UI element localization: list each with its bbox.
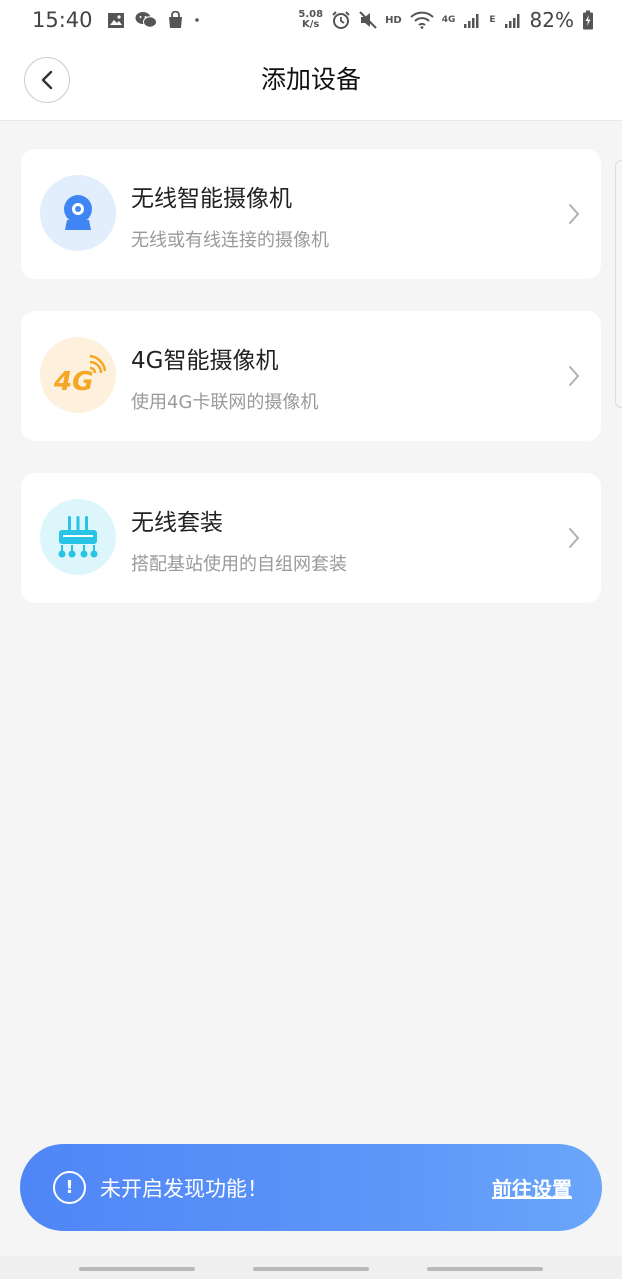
edge-panel-handle[interactable] (615, 160, 622, 408)
status-time: 15:40 (32, 8, 93, 32)
discovery-disabled-banner: ! 未开启发现功能！ 前往设置 (20, 1144, 602, 1231)
nav-recents-button[interactable] (79, 1267, 195, 1271)
device-title: 无线智能摄像机 (131, 186, 292, 212)
nav-back-button[interactable] (427, 1267, 543, 1271)
device-card-wireless-kit[interactable]: 无线套装 搭配基站使用的自组网套装 (21, 473, 601, 603)
signal-icon (463, 12, 481, 29)
banner-message: 未开启发现功能！ (100, 1176, 268, 1201)
battery-charging-icon (582, 10, 594, 30)
signal-2-icon (504, 12, 522, 29)
nav-home-button[interactable] (253, 1267, 369, 1271)
shopping-bag-icon (167, 11, 184, 29)
app-header: 添加设备 (0, 40, 622, 121)
battery-percent: 82% (529, 8, 574, 32)
wifi-camera-icon (40, 175, 116, 251)
chevron-right-icon (569, 204, 579, 224)
system-nav-bar (0, 1256, 622, 1279)
alert-circle-icon: ! (53, 1171, 86, 1204)
gallery-icon (107, 12, 125, 29)
device-title: 4G智能摄像机 (131, 348, 279, 374)
device-description: 无线或有线连接的摄像机 (131, 230, 329, 251)
dot-icon (194, 17, 200, 23)
net-speed-unit: K/s (302, 19, 320, 30)
chevron-right-icon (569, 528, 579, 548)
device-card-wireless-camera[interactable]: 无线智能摄像机 无线或有线连接的摄像机 (21, 149, 601, 279)
device-description: 使用4G卡联网的摄像机 (131, 392, 319, 413)
page-title: 添加设备 (260, 65, 361, 94)
hd-indicator: HD (385, 14, 402, 26)
wifi-icon (410, 11, 434, 29)
network-type-2: E (489, 14, 496, 25)
router-kit-icon (40, 499, 116, 575)
4g-label: 4G (53, 367, 93, 396)
alert-symbol: ! (65, 1177, 74, 1198)
wechat-icon (135, 11, 157, 29)
net-speed: 5.08 K/s (298, 10, 323, 30)
device-card-4g-camera[interactable]: 4G 4G智能摄像机 使用4G卡联网的摄像机 (21, 311, 601, 441)
chevron-right-icon (569, 366, 579, 386)
mute-icon (359, 11, 377, 29)
alarm-icon (331, 10, 351, 30)
status-bar: 15:40 5.08 K/s HD 4G E 82% (0, 0, 622, 40)
device-title: 无线套装 (131, 510, 223, 536)
device-description: 搭配基站使用的自组网套装 (131, 554, 347, 575)
go-to-settings-link[interactable]: 前往设置 (492, 1173, 572, 1202)
network-type: 4G (441, 14, 456, 25)
4g-camera-icon: 4G (40, 337, 116, 413)
